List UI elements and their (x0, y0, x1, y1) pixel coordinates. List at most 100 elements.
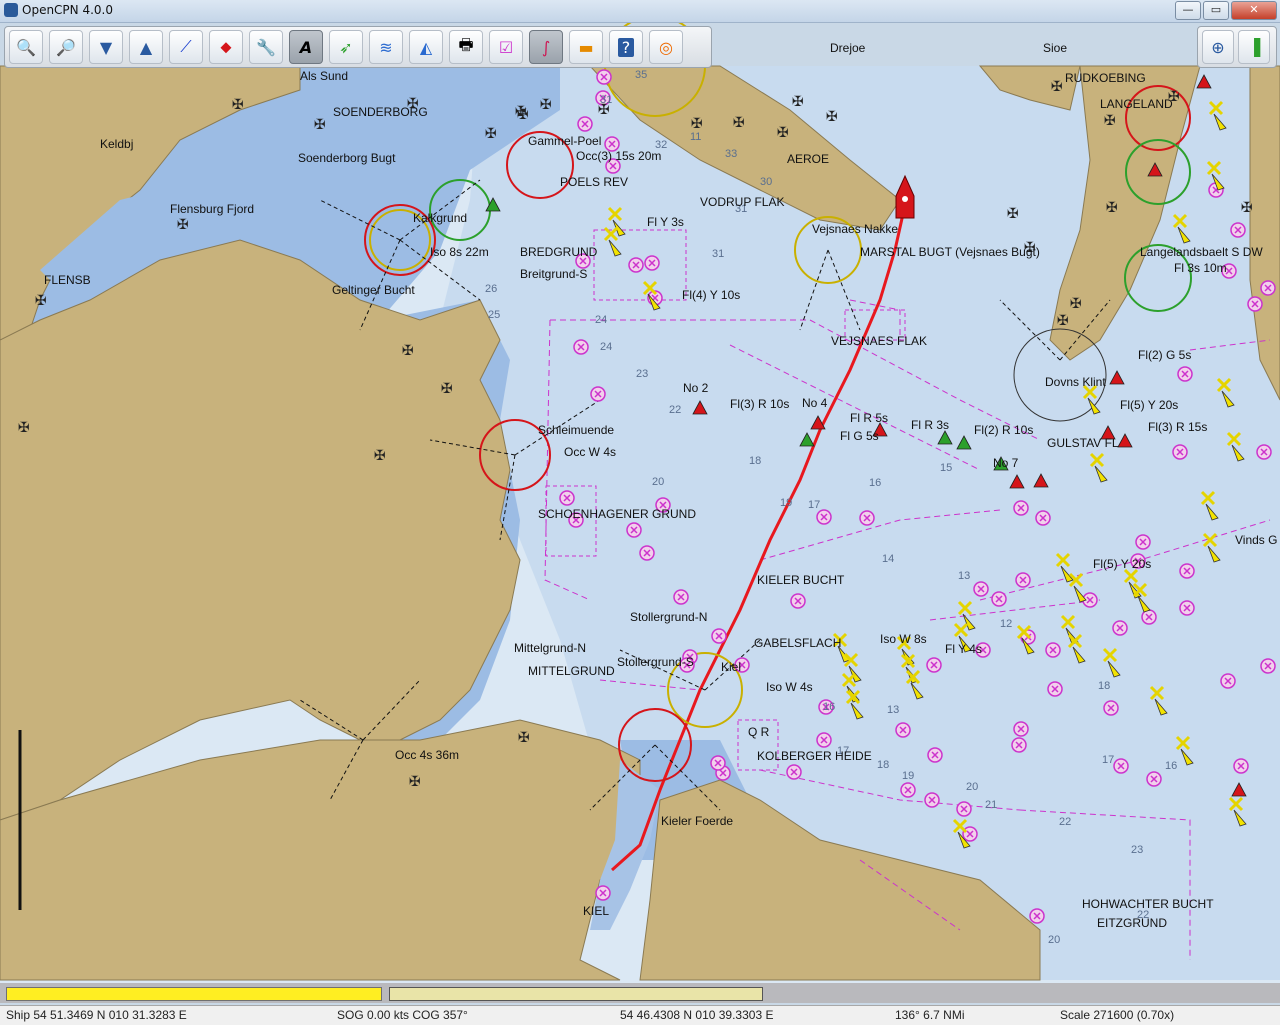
chart-label: LANGELAND (1100, 97, 1173, 111)
wreck-icon (1220, 673, 1236, 689)
tide-graph-button[interactable]: ◭ (409, 30, 443, 64)
track-button[interactable]: ∫ (529, 30, 563, 64)
wreck-icon (1260, 280, 1276, 296)
wreck-icon (1035, 510, 1051, 526)
route-manager-icon: ☑ (498, 37, 514, 57)
chart-label: MITTELGRUND (528, 664, 615, 678)
close-button[interactable]: ✕ (1231, 1, 1277, 20)
scale-out-button[interactable]: ▲ (129, 30, 163, 64)
landmark-cross-icon: ✠ (1106, 200, 1118, 216)
landmark-cross-icon: ✠ (540, 97, 552, 113)
compass-button[interactable]: ⊕ (1202, 30, 1234, 64)
zoom-in-icon: 🔍 (16, 37, 36, 57)
chart-label: POELS REV (560, 175, 628, 189)
status-ship-position: Ship 54 51.3469 N 010 31.3283 E (6, 1008, 187, 1022)
color-scheme-button[interactable]: ▬ (569, 30, 603, 64)
text-toggle-button[interactable]: A (289, 30, 323, 64)
help-button[interactable]: ? (609, 30, 643, 64)
chart-label: Fl(5) Y 20s (1120, 398, 1178, 412)
wreck-icon (1146, 771, 1162, 787)
wreck-icon (991, 591, 1007, 607)
tide-button[interactable]: ≋ (369, 30, 403, 64)
landmark-cross-icon: ✠ (777, 125, 789, 141)
chart-label: No 2 (683, 381, 709, 395)
chart-canvas[interactable]: ✠ ✠✠✠✠✠✠✠✠✠✠✠✠✠✠✠✠✠✠✠✠✠✠✠✠✠✠✠✠✠ 353132113… (0, 0, 1280, 1024)
chart-label: No 4 (802, 396, 828, 410)
wreck-icon (859, 510, 875, 526)
chart-label: Schleimuende (538, 423, 614, 437)
chart-label: Occ 4s 36m (395, 748, 459, 762)
chart-label: KIEL (583, 904, 609, 918)
chart-key-1[interactable] (6, 987, 382, 1001)
depth-sounding: 20 (652, 476, 664, 488)
depth-sounding: 20 (1048, 934, 1060, 946)
depth-sounding: 22 (1059, 816, 1071, 828)
auto-follow-button[interactable]: ⬥ (209, 30, 243, 64)
depth-sounding: 33 (725, 148, 737, 160)
wreck-icon (628, 257, 644, 273)
maximize-button[interactable]: ▭ (1203, 1, 1229, 20)
wreck-icon (1113, 758, 1129, 774)
chart-label: No 7 (993, 456, 1019, 470)
wreck-icon (1013, 500, 1029, 516)
chart-label: EITZGRUND (1097, 916, 1167, 930)
wreck-icon (590, 386, 606, 402)
wreck-icon (673, 589, 689, 605)
depth-sounding: 22 (669, 404, 681, 416)
chart-label: Flensburg Fjord (170, 202, 254, 216)
depth-sounding: 16 (1165, 760, 1177, 772)
wreck-icon (1103, 700, 1119, 716)
landmark-cross-icon: ✠ (1007, 206, 1019, 222)
chart-label: Iso W 4s (766, 680, 813, 694)
current-button[interactable]: ➶ (329, 30, 363, 64)
wreck-icon (1233, 758, 1249, 774)
chart-label: Keldbj (100, 137, 133, 151)
depth-sounding: 18 (1098, 680, 1110, 692)
chart-label: SCHOENHAGENER GRUND (538, 507, 696, 521)
chart-label: Kieler Foerde (661, 814, 733, 828)
landmark-cross-icon: ✠ (733, 115, 745, 131)
wreck-icon (1256, 444, 1272, 460)
scale-out-icon: ▲ (139, 37, 153, 57)
wreck-icon (1260, 658, 1276, 674)
zoom-in-button[interactable]: 🔍 (9, 30, 43, 64)
depth-sounding: 16 (869, 477, 881, 489)
main-toolbar: 🔍 🔎 ▼ ▲ ⟋ ⬥ 🔧 A ➶ ≋ ◭ 🖶 ☑ ∫ ▬ ? ◎ (4, 26, 712, 68)
scale-in-button[interactable]: ▼ (89, 30, 123, 64)
chart-label: Gammel-Poel (528, 134, 601, 148)
mob-button[interactable]: ◎ (649, 30, 683, 64)
landmark-cross-icon: ✠ (35, 293, 47, 309)
settings-button[interactable]: 🔧 (249, 30, 283, 64)
gps-status-button[interactable]: ▐ (1238, 30, 1270, 64)
print-button[interactable]: 🖶 (449, 30, 483, 64)
zoom-out-button[interactable]: 🔎 (49, 30, 83, 64)
lifebuoy-icon: ◎ (659, 37, 673, 57)
route-button[interactable]: ⟋ (169, 30, 203, 64)
track-icon: ∫ (541, 37, 551, 57)
minimize-button[interactable]: — (1175, 1, 1201, 20)
wreck-icon (577, 116, 593, 132)
tide-icon: ≋ (379, 37, 393, 57)
wreck-icon (595, 885, 611, 901)
chart-label: Mittelgrund-N (514, 641, 586, 655)
status-sog-cog: SOG 0.00 kts COG 357° (337, 1008, 468, 1022)
chart-label: Fl R 3s (911, 418, 949, 432)
wreck-icon (644, 255, 660, 271)
wreck-icon (816, 509, 832, 525)
wreck-icon (973, 581, 989, 597)
landmark-cross-icon: ✠ (1241, 200, 1253, 216)
current-icon: ➶ (339, 37, 353, 57)
chart-key-2[interactable] (389, 987, 763, 1001)
depth-sounding: 23 (1131, 844, 1143, 856)
route-manager-button[interactable]: ☑ (489, 30, 523, 64)
chart-label: MARSTAL BUGT (Vejsnaes Bugt) (860, 245, 1040, 259)
depth-sounding: 25 (488, 309, 500, 321)
chart-label: Vejsnaes Nakke (812, 222, 898, 236)
wreck-icon (1172, 444, 1188, 460)
chart-label: Sioe (1043, 41, 1067, 55)
wreck-icon (573, 339, 589, 355)
wreck-icon (559, 490, 575, 506)
route-icon: ⟋ (180, 37, 192, 56)
wreck-icon (1045, 642, 1061, 658)
chart-bar (0, 983, 1280, 1003)
